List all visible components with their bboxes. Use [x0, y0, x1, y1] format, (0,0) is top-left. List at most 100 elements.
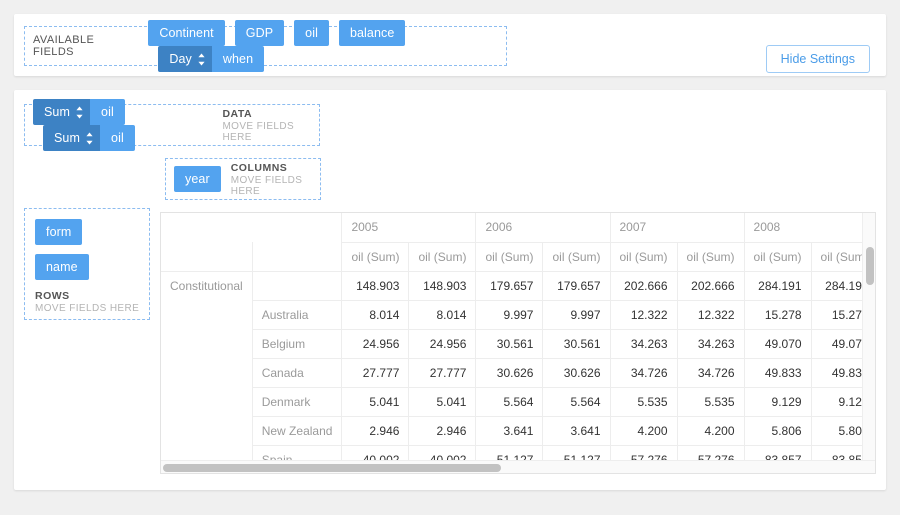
data-dropzone[interactable]: Sum oil Sum oil DATA MOVE FIELDS HERE	[24, 99, 320, 151]
chip-aggregator[interactable]: Sum	[33, 99, 91, 125]
horizontal-scrollbar[interactable]	[161, 460, 875, 473]
pivot-value-cell[interactable]: 5.564	[542, 387, 611, 417]
chip-field-label[interactable]: when	[211, 46, 265, 72]
chip-field-label[interactable]: oil	[90, 99, 125, 125]
available-fields-dropzone[interactable]: AVAILABLE FIELDS Continent GDP oil balance D…	[24, 20, 507, 72]
pivot-value-cell[interactable]: 9.997	[542, 300, 611, 330]
pivot-value-cell[interactable]: 15.278	[744, 300, 812, 330]
pivot-value-cell[interactable]: 8.014	[341, 300, 410, 330]
pivot-year-header[interactable]: 2008	[744, 213, 875, 243]
pivot-table-container[interactable]: 2005 2006 2007 2008 oil (Sum) oil (Sum) oil (S…	[160, 212, 876, 474]
hide-settings-button[interactable]: Hide Settings	[765, 45, 870, 73]
table-row[interactable]: Belgium 24.956 24.956 30.561 30.561 34.263 34.…	[161, 329, 875, 359]
pivot-value-cell[interactable]: 12.322	[610, 300, 678, 330]
pivot-value-cell[interactable]: 4.200	[610, 416, 678, 446]
field-chip-oil[interactable]: oil	[294, 20, 329, 46]
field-chip-balance[interactable]: balance	[338, 20, 406, 46]
pivot-measure-header[interactable]: oil (Sum)	[744, 242, 812, 272]
chip-field-label[interactable]: oil	[294, 20, 329, 46]
pivot-value-cell[interactable]: 3.641	[475, 416, 544, 446]
field-chip-year[interactable]: year	[174, 166, 221, 192]
pivot-value-cell[interactable]: 148.903	[341, 271, 410, 301]
pivot-value-cell[interactable]: 34.263	[677, 329, 745, 359]
pivot-name-cell[interactable]: Australia	[252, 300, 343, 330]
vertical-scrollbar-thumb[interactable]	[866, 247, 874, 285]
pivot-value-cell[interactable]: 5.535	[610, 387, 678, 417]
field-chip-when[interactable]: Day when	[158, 46, 265, 72]
chip-field-label[interactable]: form	[35, 219, 83, 245]
vertical-scrollbar[interactable]	[862, 213, 875, 460]
pivot-measure-header[interactable]: oil (Sum)	[677, 242, 745, 272]
chip-field-label[interactable]: name	[35, 254, 89, 280]
field-chip-gdp[interactable]: GDP	[234, 20, 285, 46]
pivot-value-cell[interactable]: 2.946	[341, 416, 410, 446]
pivot-year-header[interactable]: 2007	[610, 213, 745, 243]
field-chip-form[interactable]: form	[35, 219, 83, 245]
chip-field-label[interactable]: year	[174, 166, 221, 192]
chip-field-label[interactable]: Continent	[148, 20, 225, 46]
pivot-value-cell[interactable]: 5.041	[408, 387, 477, 417]
data-chip-list: Sum oil Sum oil	[33, 99, 212, 151]
pivot-value-cell[interactable]: 5.535	[677, 387, 745, 417]
pivot-value-cell[interactable]: 202.666	[677, 271, 745, 301]
table-row[interactable]: Australia 8.014 8.014 9.997 9.997 12.322 12.32…	[161, 300, 875, 330]
pivot-measure-header[interactable]: oil (Sum)	[341, 242, 410, 272]
pivot-value-cell[interactable]: 49.070	[744, 329, 812, 359]
field-chip-name[interactable]: name	[35, 254, 89, 280]
pivot-measure-header[interactable]: oil (Sum)	[610, 242, 678, 272]
chip-field-label[interactable]: balance	[338, 20, 406, 46]
rows-dropzone[interactable]: form name ROWS MOVE FIELDS HERE	[24, 208, 150, 320]
pivot-value-cell[interactable]: 5.564	[475, 387, 544, 417]
pivot-value-cell[interactable]: 5.806	[744, 416, 812, 446]
columns-dropzone[interactable]: year COLUMNS MOVE FIELDS HERE	[165, 158, 321, 200]
pivot-year-header[interactable]: 2005	[341, 213, 477, 243]
field-chip-oil[interactable]: Sum oil	[43, 125, 135, 151]
pivot-value-cell[interactable]: 8.014	[408, 300, 477, 330]
pivot-measure-header[interactable]: oil (Sum)	[408, 242, 477, 272]
pivot-value-cell[interactable]: 179.657	[475, 271, 544, 301]
pivot-measure-header[interactable]: oil (Sum)	[542, 242, 611, 272]
pivot-value-cell[interactable]: 30.561	[475, 329, 544, 359]
table-row[interactable]: Constitutional 148.903 148.903 179.657 179.6…	[161, 271, 875, 473]
field-chip-oil[interactable]: Sum oil	[33, 99, 125, 125]
pivot-value-cell[interactable]: 12.322	[677, 300, 745, 330]
chip-aggregator[interactable]: Sum	[43, 125, 101, 151]
pivot-value-cell[interactable]: 34.263	[610, 329, 678, 359]
pivot-value-cell[interactable]: 9.997	[475, 300, 544, 330]
pivot-value-cell[interactable]: 5.041	[341, 387, 410, 417]
pivot-name-cell[interactable]: New Zealand	[252, 416, 343, 446]
horizontal-scrollbar-thumb[interactable]	[163, 464, 501, 472]
chip-field-label[interactable]: oil	[100, 125, 135, 151]
pivot-name-cell[interactable]: Denmark	[252, 387, 343, 417]
pivot-value-cell[interactable]: 284.191	[744, 271, 812, 301]
pivot-value-cell[interactable]: 27.777	[341, 358, 410, 388]
pivot-value-cell[interactable]: 2.946	[408, 416, 477, 446]
pivot-value-cell[interactable]: 49.833	[744, 358, 812, 388]
pivot-name-cell[interactable]	[252, 271, 343, 301]
table-row[interactable]: New Zealand 2.946 2.946 3.641 3.641 4.200 4.20…	[161, 416, 875, 446]
pivot-value-cell[interactable]: 24.956	[408, 329, 477, 359]
pivot-name-cell[interactable]: Canada	[252, 358, 343, 388]
pivot-value-cell[interactable]: 30.626	[475, 358, 544, 388]
chip-field-label[interactable]: GDP	[234, 20, 285, 46]
pivot-value-cell[interactable]: 27.777	[408, 358, 477, 388]
pivot-value-cell[interactable]: 9.129	[744, 387, 812, 417]
pivot-measure-header[interactable]: oil (Sum)	[475, 242, 544, 272]
table-row[interactable]: Denmark 5.041 5.041 5.564 5.564 5.535 5.535 9.1…	[161, 387, 875, 417]
pivot-value-cell[interactable]: 34.726	[610, 358, 678, 388]
pivot-name-cell[interactable]: Belgium	[252, 329, 343, 359]
pivot-value-cell[interactable]: 148.903	[408, 271, 477, 301]
pivot-form-cell[interactable]: Constitutional	[161, 271, 253, 473]
chip-aggregator[interactable]: Day	[158, 46, 212, 72]
pivot-year-header[interactable]: 2006	[475, 213, 611, 243]
pivot-value-cell[interactable]: 30.561	[542, 329, 611, 359]
pivot-value-cell[interactable]: 30.626	[542, 358, 611, 388]
field-chip-continent[interactable]: Continent	[148, 20, 225, 46]
pivot-value-cell[interactable]: 202.666	[610, 271, 678, 301]
pivot-value-cell[interactable]: 3.641	[542, 416, 611, 446]
pivot-value-cell[interactable]: 179.657	[542, 271, 611, 301]
pivot-value-cell[interactable]: 24.956	[341, 329, 410, 359]
table-row[interactable]: Canada 27.777 27.777 30.626 30.626 34.726 34.7…	[161, 358, 875, 388]
pivot-value-cell[interactable]: 34.726	[677, 358, 745, 388]
pivot-value-cell[interactable]: 4.200	[677, 416, 745, 446]
